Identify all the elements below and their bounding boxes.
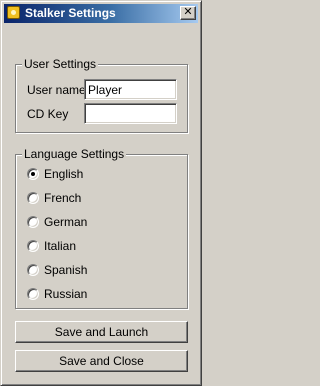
radio-button-italian[interactable]: [27, 240, 39, 252]
window-title: Stalker Settings: [25, 6, 116, 20]
user-name-field[interactable]: [84, 79, 177, 100]
language-settings-group: Language Settings: [15, 147, 188, 309]
language-option-label: German: [44, 215, 88, 229]
radio-button-english[interactable]: [27, 168, 39, 180]
language-option-label: French: [44, 191, 82, 205]
language-option-label: Italian: [44, 239, 77, 253]
radio-button-russian[interactable]: [27, 288, 39, 300]
save-and-close-button[interactable]: Save and Close: [15, 350, 188, 372]
language-settings-legend: Language Settings: [22, 147, 127, 161]
radio-button-french[interactable]: [27, 192, 39, 204]
language-option-label: Russian: [44, 287, 88, 301]
cd-key-field[interactable]: [84, 103, 177, 124]
radio-button-german[interactable]: [27, 216, 39, 228]
user-settings-legend: User Settings: [22, 57, 99, 71]
app-icon[interactable]: [7, 6, 20, 19]
title-bar[interactable]: Stalker Settings ✕: [4, 4, 198, 23]
cd-key-label: CD Key: [27, 107, 69, 121]
user-name-label: User name: [27, 83, 86, 97]
close-icon[interactable]: ✕: [180, 6, 196, 20]
language-option-label: English: [44, 167, 84, 181]
settings-window: Stalker Settings ✕ User Settings User na…: [0, 0, 202, 386]
save-and-launch-button[interactable]: Save and Launch: [15, 321, 188, 343]
language-option-label: Spanish: [44, 263, 88, 277]
radio-button-spanish[interactable]: [27, 264, 39, 276]
